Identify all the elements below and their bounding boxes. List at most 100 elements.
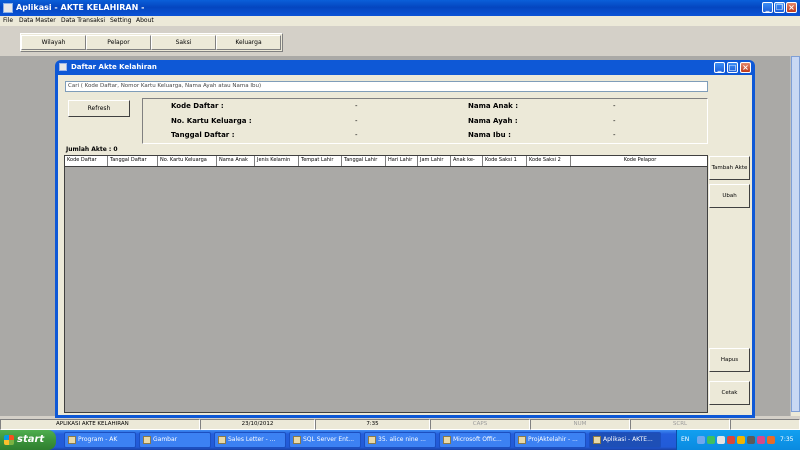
col-tempat-lahir[interactable]: Tempat Lahir: [299, 156, 342, 166]
nama-ibu-value: -: [613, 131, 616, 139]
nama-anak-label: Nama Anak :: [468, 102, 519, 110]
menu-about[interactable]: About: [136, 17, 154, 25]
database-icon: [293, 436, 301, 444]
saksi-button[interactable]: Saksi: [151, 35, 216, 50]
status-num: NUM: [530, 419, 630, 430]
task-label: 35. alice nine ...: [378, 436, 426, 443]
ubah-button[interactable]: Ubah: [709, 184, 750, 208]
header-divider: [65, 166, 707, 167]
col-jam-lahir[interactable]: Jam Lahir: [418, 156, 451, 166]
task-label: Sales Letter - ...: [228, 436, 276, 443]
status-time: 7:35: [315, 419, 430, 430]
volume-icon[interactable]: [717, 436, 725, 444]
document-icon: [218, 436, 226, 444]
status-caps: CAPS: [430, 419, 530, 430]
tanggal-daftar-value: -: [355, 131, 358, 139]
network-icon[interactable]: [697, 436, 705, 444]
tambah-akte-button[interactable]: Tambah Akte: [709, 156, 750, 180]
task-sales-letter[interactable]: Sales Letter - ...: [214, 432, 286, 448]
nama-ayah-label: Nama Ayah :: [468, 117, 518, 125]
menu-data-transaksi[interactable]: Data Transaksi: [61, 17, 105, 25]
task-projaktelahir[interactable]: ProjAktelahir - ...: [514, 432, 586, 448]
minimize-icon[interactable]: _: [762, 2, 773, 13]
folder-icon: [143, 436, 151, 444]
col-tanggal-lahir[interactable]: Tanggal Lahir: [342, 156, 386, 166]
usb-icon[interactable]: [747, 436, 755, 444]
windows-flag-icon: [4, 435, 14, 445]
col-hari-lahir[interactable]: Hari Lahir: [386, 156, 418, 166]
form-icon: [59, 63, 67, 71]
nama-anak-value: -: [613, 102, 616, 110]
media-icon: [368, 436, 376, 444]
col-no-kk[interactable]: No. Kartu Keluarga: [158, 156, 217, 166]
col-kode-saksi-1[interactable]: Kode Saksi 1: [483, 156, 527, 166]
status-bar: APLIKASI AKTE KELAHIRAN 23/10/2012 7:35 …: [0, 419, 800, 430]
pelapor-button[interactable]: Pelapor: [86, 35, 151, 50]
keluarga-button[interactable]: Keluarga: [216, 35, 281, 50]
taskbar: start Program - AK Gambar Sales Letter -…: [0, 430, 800, 450]
col-kode-daftar[interactable]: Kode Daftar: [65, 156, 108, 166]
media-tray-icon[interactable]: [767, 436, 775, 444]
akte-data-grid[interactable]: Kode Daftar Tanggal Daftar No. Kartu Kel…: [64, 155, 708, 413]
status-scrl: SCRL: [630, 419, 730, 430]
vertical-scrollbar[interactable]: [790, 56, 800, 416]
task-microsoft-office[interactable]: Microsoft Offic...: [439, 432, 511, 448]
col-anak-ke[interactable]: Anak ke-: [451, 156, 483, 166]
wilayah-button[interactable]: Wilayah: [21, 35, 86, 50]
restore-icon[interactable]: ❐: [774, 2, 785, 13]
task-label: Program - AK: [78, 436, 118, 443]
tray-app-icon[interactable]: [707, 436, 715, 444]
cetak-button[interactable]: Cetak: [709, 381, 750, 405]
status-app-name: APLIKASI AKTE KELAHIRAN: [0, 419, 200, 430]
col-jenis-kelamin[interactable]: Jenis Kelamin: [255, 156, 299, 166]
system-tray: EN 7:35: [676, 430, 800, 450]
start-button[interactable]: start: [0, 430, 56, 450]
clock: 7:35: [780, 436, 794, 443]
col-tanggal-daftar[interactable]: Tanggal Daftar: [108, 156, 158, 166]
hapus-button[interactable]: Hapus: [709, 348, 750, 372]
kode-daftar-label: Kode Daftar :: [171, 102, 224, 110]
col-nama-anak[interactable]: Nama Anak: [217, 156, 255, 166]
app-icon: [3, 3, 13, 13]
child-window-title: Daftar Akte Kelahiran: [71, 63, 157, 71]
menu-file[interactable]: File: [3, 17, 13, 25]
close-icon[interactable]: ×: [786, 2, 797, 13]
refresh-button[interactable]: Refresh: [68, 100, 130, 117]
task-label: Microsoft Offic...: [453, 436, 502, 443]
task-program-ak[interactable]: Program - AK: [64, 432, 136, 448]
main-title-bar[interactable]: Aplikasi - AKTE KELAHIRAN - _ ❐ ×: [0, 0, 800, 16]
child-title-bar[interactable]: Daftar Akte Kelahiran _ □ ×: [55, 60, 755, 75]
messenger-icon[interactable]: [757, 436, 765, 444]
col-kode-pelapor[interactable]: Kode Pelapor: [571, 156, 707, 166]
no-kk-label: No. Kartu Keluarga :: [171, 117, 252, 125]
child-close-icon[interactable]: ×: [740, 62, 751, 73]
antivirus-icon[interactable]: [727, 436, 735, 444]
start-label: start: [17, 434, 45, 445]
app-icon: [593, 436, 601, 444]
vb-project-icon: [518, 436, 526, 444]
detail-panel: Kode Daftar : - No. Kartu Keluarga : - T…: [142, 98, 708, 144]
task-gambar[interactable]: Gambar: [139, 432, 211, 448]
folder-icon: [68, 436, 76, 444]
language-indicator[interactable]: EN: [681, 436, 689, 444]
task-sql-server[interactable]: SQL Server Ent...: [289, 432, 361, 448]
update-icon[interactable]: [737, 436, 745, 444]
task-alice-nine[interactable]: 35. alice nine ...: [364, 432, 436, 448]
grid-header: Kode Daftar Tanggal Daftar No. Kartu Kel…: [65, 156, 707, 166]
menu-data-master[interactable]: Data Master: [19, 17, 56, 25]
col-kode-saksi-2[interactable]: Kode Saksi 2: [527, 156, 571, 166]
task-label: Gambar: [153, 436, 178, 443]
task-label: Aplikasi - AKTE...: [603, 436, 653, 443]
scrollbar-thumb[interactable]: [791, 56, 800, 412]
child-minimize-icon[interactable]: _: [714, 62, 725, 73]
toolbar: Wilayah Pelapor Saksi Keluarga: [20, 33, 283, 52]
task-label: SQL Server Ent...: [303, 436, 355, 443]
search-input[interactable]: Cari ( Kode Daftar, Nomor Kartu Keluarga…: [65, 81, 708, 92]
child-body: Cari ( Kode Daftar, Nomor Kartu Keluarga…: [58, 75, 752, 415]
nama-ibu-label: Nama Ibu :: [468, 131, 511, 139]
nama-ayah-value: -: [613, 117, 616, 125]
menu-setting[interactable]: Setting: [110, 17, 131, 25]
child-maximize-icon[interactable]: □: [727, 62, 738, 73]
task-aplikasi-akte[interactable]: Aplikasi - AKTE...: [589, 432, 661, 448]
window-title: Aplikasi - AKTE KELAHIRAN -: [16, 3, 145, 12]
